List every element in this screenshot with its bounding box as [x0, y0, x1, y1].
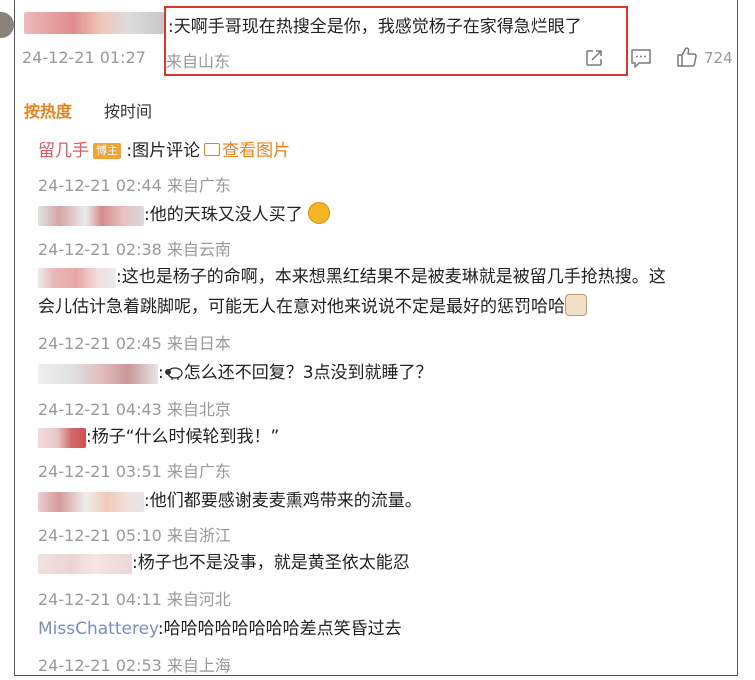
main-comment-text: :天啊手哥现在热搜全是你，我感觉杨子在家得急烂眼了	[168, 17, 582, 37]
avatar[interactable]	[0, 12, 14, 38]
like-count: 724	[704, 49, 733, 67]
laugh-emoji-icon	[308, 202, 331, 224]
reply-username[interactable]: 留几手	[38, 141, 89, 161]
reply-time: 24-12-21 02:38 来自云南	[38, 240, 231, 259]
reply-text: :杨子也不是没事，就是黄圣依太能忍	[132, 553, 410, 573]
username-blurred[interactable]	[38, 492, 144, 512]
reply-time: 24-12-21 05:10 来自浙江	[38, 526, 231, 545]
reply-text: 怎么还不回复？3点没到就睡了？	[183, 363, 433, 383]
username-blurred[interactable]	[38, 554, 132, 574]
sheep-emoji-icon	[164, 367, 183, 380]
comment-icon[interactable]	[630, 48, 652, 68]
tab-sort-time[interactable]: 按时间	[104, 98, 152, 122]
username-blurred[interactable]	[38, 268, 116, 288]
share-icon[interactable]	[584, 48, 604, 68]
reply-text: :图片评论	[126, 141, 201, 161]
reply-time: 24-12-21 02:44 来自广东	[38, 176, 231, 195]
username-blurred[interactable]	[38, 428, 86, 448]
reply-time: 24-12-21 02:45 来自日本	[38, 334, 231, 353]
reply-text: :哈哈哈哈哈哈哈哈差点笑昏过去	[157, 619, 402, 639]
main-comment-location: 来自山东	[166, 52, 231, 71]
username-blurred[interactable]	[38, 206, 144, 226]
tab-sort-hot[interactable]: 按热度	[24, 98, 72, 122]
blogger-badge: 博主	[93, 143, 121, 159]
reply-text: :这也是杨子的命啊，本来想黑红结果不是被麦琳就是被留几手抢热搜。这	[116, 267, 666, 287]
like-icon[interactable]	[676, 46, 698, 68]
reply-text: :杨子“什么时候轮到我！”	[86, 427, 280, 447]
reply-time: 24-12-21 04:11 来自河北	[38, 590, 231, 609]
cat-emoji-icon	[565, 294, 587, 316]
username-blurred[interactable]	[38, 364, 158, 384]
reply-username[interactable]: MissChatterey	[38, 619, 158, 639]
reply-time: 24-12-21 03:51 来自广东	[38, 462, 231, 481]
main-comment-time: 24-12-21 01:27	[22, 48, 146, 67]
reply-text: :他们都要感谢麦麦熏鸡带来的流量。	[144, 491, 422, 511]
reply-time: 24-12-21 04:43 来自北京	[38, 400, 231, 419]
image-icon	[204, 143, 221, 156]
reply-text-cont: 会儿估计急着跳脚呢，可能无人在意对他来说说不定是最好的惩罚哈哈	[38, 297, 565, 317]
reply-text: :他的天珠又没人买了	[144, 205, 303, 225]
reply-time: 24-12-21 02:53 来自上海	[38, 656, 231, 675]
username-blurred[interactable]	[24, 12, 164, 34]
view-image-link[interactable]: 查看图片	[222, 141, 290, 161]
